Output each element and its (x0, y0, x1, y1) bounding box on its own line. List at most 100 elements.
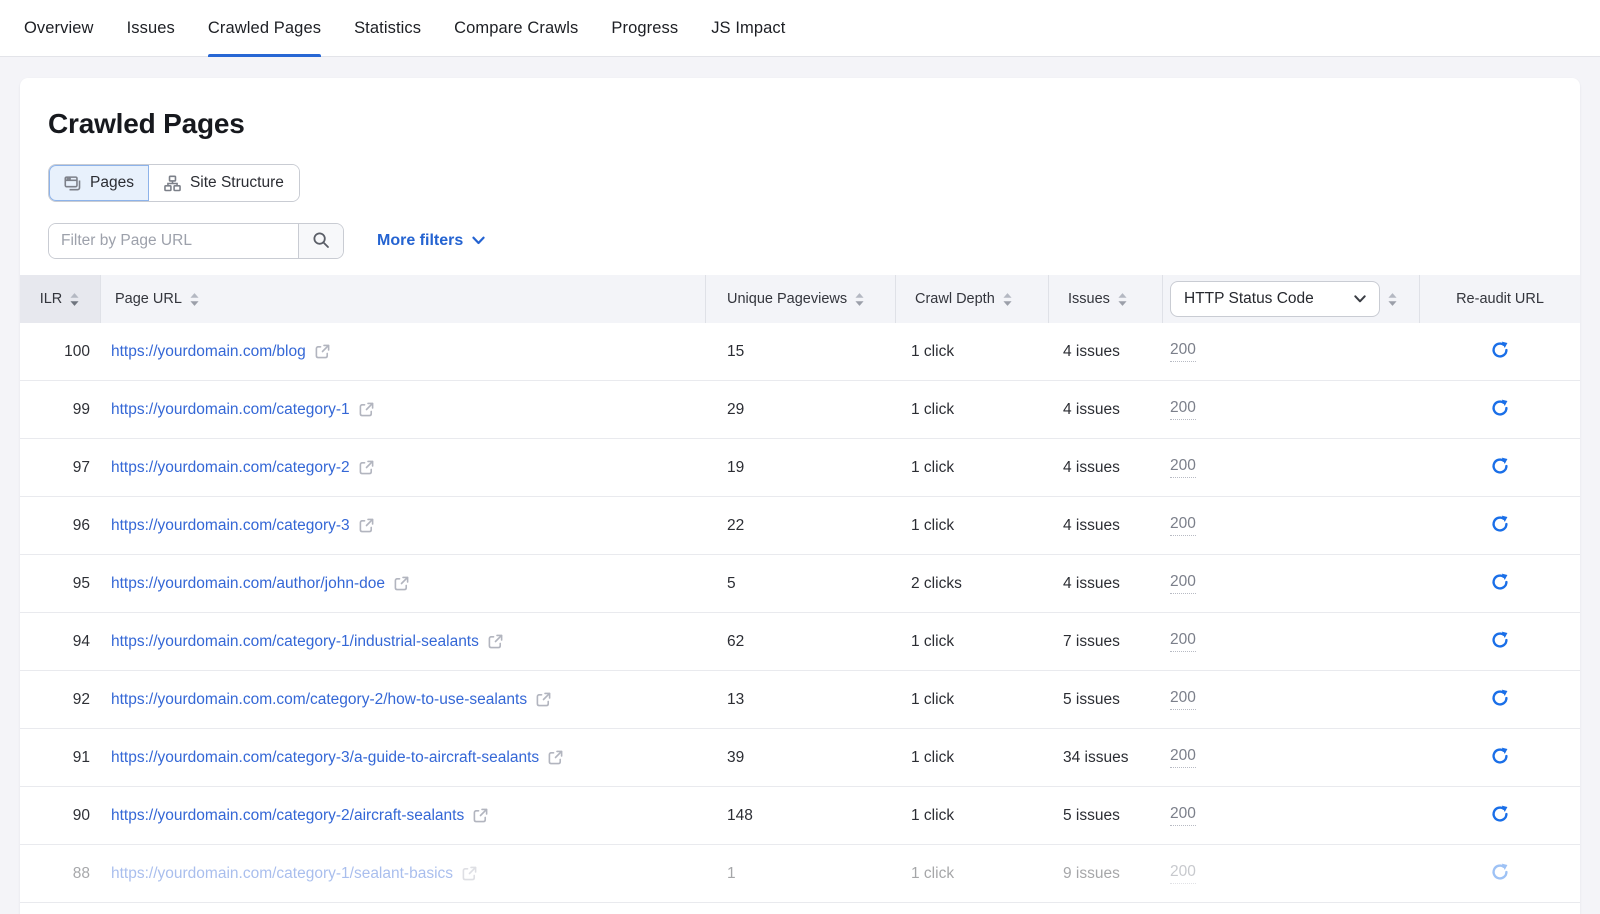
table-row: 91 https://yourdomain.com/category-3/a-g… (20, 729, 1580, 787)
table-row: 94 https://yourdomain.com/category-1/ind… (20, 613, 1580, 671)
reaudit-button[interactable] (1491, 515, 1509, 536)
page-url-link[interactable]: https://yourdomain.com/category-1 (111, 401, 350, 419)
http-status-value[interactable]: 200 (1170, 457, 1196, 478)
tab-progress[interactable]: Progress (611, 0, 678, 57)
http-status-value[interactable]: 200 (1170, 689, 1196, 710)
refresh-icon (1491, 399, 1509, 420)
page-url-link[interactable]: https://yourdomain.com/author/john-doe (111, 575, 385, 593)
ilr-value: 90 (20, 787, 100, 844)
sort-icon-desc-active[interactable] (69, 292, 80, 307)
issues-value: 4 issues (1048, 323, 1162, 380)
tab-js-impact[interactable]: JS Impact (711, 0, 785, 57)
reaudit-button[interactable] (1491, 399, 1509, 420)
reaudit-button[interactable] (1491, 457, 1509, 478)
reaudit-button[interactable] (1491, 341, 1509, 362)
table-row: 92 https://yourdomain.com.com/category-2… (20, 671, 1580, 729)
external-link-icon[interactable] (359, 402, 374, 417)
search-button[interactable] (298, 224, 343, 258)
ilr-value: 94 (20, 613, 100, 670)
crawled-pages-table: ILR Page URL Unique Pageviews Crawl Dept… (20, 275, 1580, 903)
more-filters-label: More filters (377, 232, 463, 250)
reaudit-button[interactable] (1491, 689, 1509, 710)
external-link-icon[interactable] (315, 344, 330, 359)
http-status-value[interactable]: 200 (1170, 399, 1196, 420)
crawl-depth-value: 1 click (895, 729, 1048, 786)
site-structure-toggle-button[interactable]: Site Structure (149, 165, 299, 201)
sort-icon[interactable] (1387, 292, 1398, 307)
tab-crawled-pages[interactable]: Crawled Pages (208, 0, 321, 57)
external-link-icon[interactable] (548, 750, 563, 765)
http-status-value[interactable]: 200 (1170, 863, 1196, 884)
page-url-link[interactable]: https://yourdomain.com/category-3 (111, 517, 350, 535)
tab-overview[interactable]: Overview (24, 0, 94, 57)
unique-pageviews-value: 62 (705, 613, 895, 670)
http-status-value[interactable]: 200 (1170, 805, 1196, 826)
external-link-icon[interactable] (359, 518, 374, 533)
http-status-value[interactable]: 200 (1170, 631, 1196, 652)
http-status-value[interactable]: 200 (1170, 341, 1196, 362)
crawl-depth-value: 1 click (895, 845, 1048, 902)
sort-icon[interactable] (189, 292, 200, 307)
page-url-link[interactable]: https://yourdomain.com/blog (111, 343, 306, 361)
column-header-page-url[interactable]: Page URL (100, 275, 705, 323)
crawl-depth-value: 1 click (895, 613, 1048, 670)
table-row: 99 https://yourdomain.com/category-1 29 … (20, 381, 1580, 439)
table-row: 90 https://yourdomain.com/category-2/air… (20, 787, 1580, 845)
sort-icon[interactable] (1117, 292, 1128, 307)
reaudit-button[interactable] (1491, 631, 1509, 652)
tab-issues[interactable]: Issues (127, 0, 175, 57)
chevron-down-icon (1354, 290, 1366, 308)
refresh-icon (1491, 805, 1509, 826)
tab-compare-crawls[interactable]: Compare Crawls (454, 0, 578, 57)
http-status-value[interactable]: 200 (1170, 573, 1196, 594)
page-url-link[interactable]: https://yourdomain.com/category-1/sealan… (111, 865, 453, 883)
unique-pageviews-value: 148 (705, 787, 895, 844)
pages-toggle-label: Pages (90, 174, 134, 192)
tab-label: Crawled Pages (208, 19, 321, 38)
external-link-icon[interactable] (394, 576, 409, 591)
column-header-crawl-depth[interactable]: Crawl Depth (895, 275, 1048, 323)
unique-pageviews-value: 39 (705, 729, 895, 786)
crawl-depth-value: 1 click (895, 497, 1048, 554)
unique-pageviews-value: 15 (705, 323, 895, 380)
external-link-icon[interactable] (488, 634, 503, 649)
reaudit-button[interactable] (1491, 747, 1509, 768)
view-toggle: Pages Site Structure (48, 164, 300, 202)
column-header-unique-pageviews[interactable]: Unique Pageviews (705, 275, 895, 323)
refresh-icon (1491, 689, 1509, 710)
reaudit-button[interactable] (1491, 863, 1509, 884)
external-link-icon[interactable] (473, 808, 488, 823)
reaudit-button[interactable] (1491, 805, 1509, 826)
ilr-value: 95 (20, 555, 100, 612)
page-url-link[interactable]: https://yourdomain.com/category-1/indust… (111, 633, 479, 651)
http-status-filter-dropdown[interactable]: HTTP Status Code (1170, 281, 1380, 317)
tab-label: Compare Crawls (454, 19, 578, 38)
column-header-ilr[interactable]: ILR (20, 275, 100, 323)
pages-toggle-button[interactable]: Pages (49, 165, 149, 201)
issues-value: 4 issues (1048, 497, 1162, 554)
page-url-link[interactable]: https://yourdomain.com.com/category-2/ho… (111, 691, 527, 709)
external-link-icon[interactable] (462, 866, 477, 881)
refresh-icon (1491, 341, 1509, 362)
external-link-icon[interactable] (359, 460, 374, 475)
url-filter-input[interactable] (49, 224, 298, 258)
reaudit-button[interactable] (1491, 573, 1509, 594)
issues-value: 5 issues (1048, 671, 1162, 728)
table-row: 88 https://yourdomain.com/category-1/sea… (20, 845, 1580, 903)
page-url-link[interactable]: https://yourdomain.com/category-2/aircra… (111, 807, 464, 825)
tab-statistics[interactable]: Statistics (354, 0, 421, 57)
ilr-value: 88 (20, 845, 100, 902)
sort-icon[interactable] (854, 292, 865, 307)
sort-icon[interactable] (1002, 292, 1013, 307)
page-url-link[interactable]: https://yourdomain.com/category-3/a-guid… (111, 749, 539, 767)
external-link-icon[interactable] (536, 692, 551, 707)
http-status-value[interactable]: 200 (1170, 747, 1196, 768)
crawl-depth-value: 2 clicks (895, 555, 1048, 612)
column-header-issues[interactable]: Issues (1048, 275, 1162, 323)
more-filters-button[interactable]: More filters (377, 232, 485, 250)
page-url-link[interactable]: https://yourdomain.com/category-2 (111, 459, 350, 477)
column-label: Page URL (115, 291, 182, 307)
http-status-value[interactable]: 200 (1170, 515, 1196, 536)
tab-label: Progress (611, 19, 678, 38)
column-header-http-status: HTTP Status Code (1162, 275, 1419, 323)
